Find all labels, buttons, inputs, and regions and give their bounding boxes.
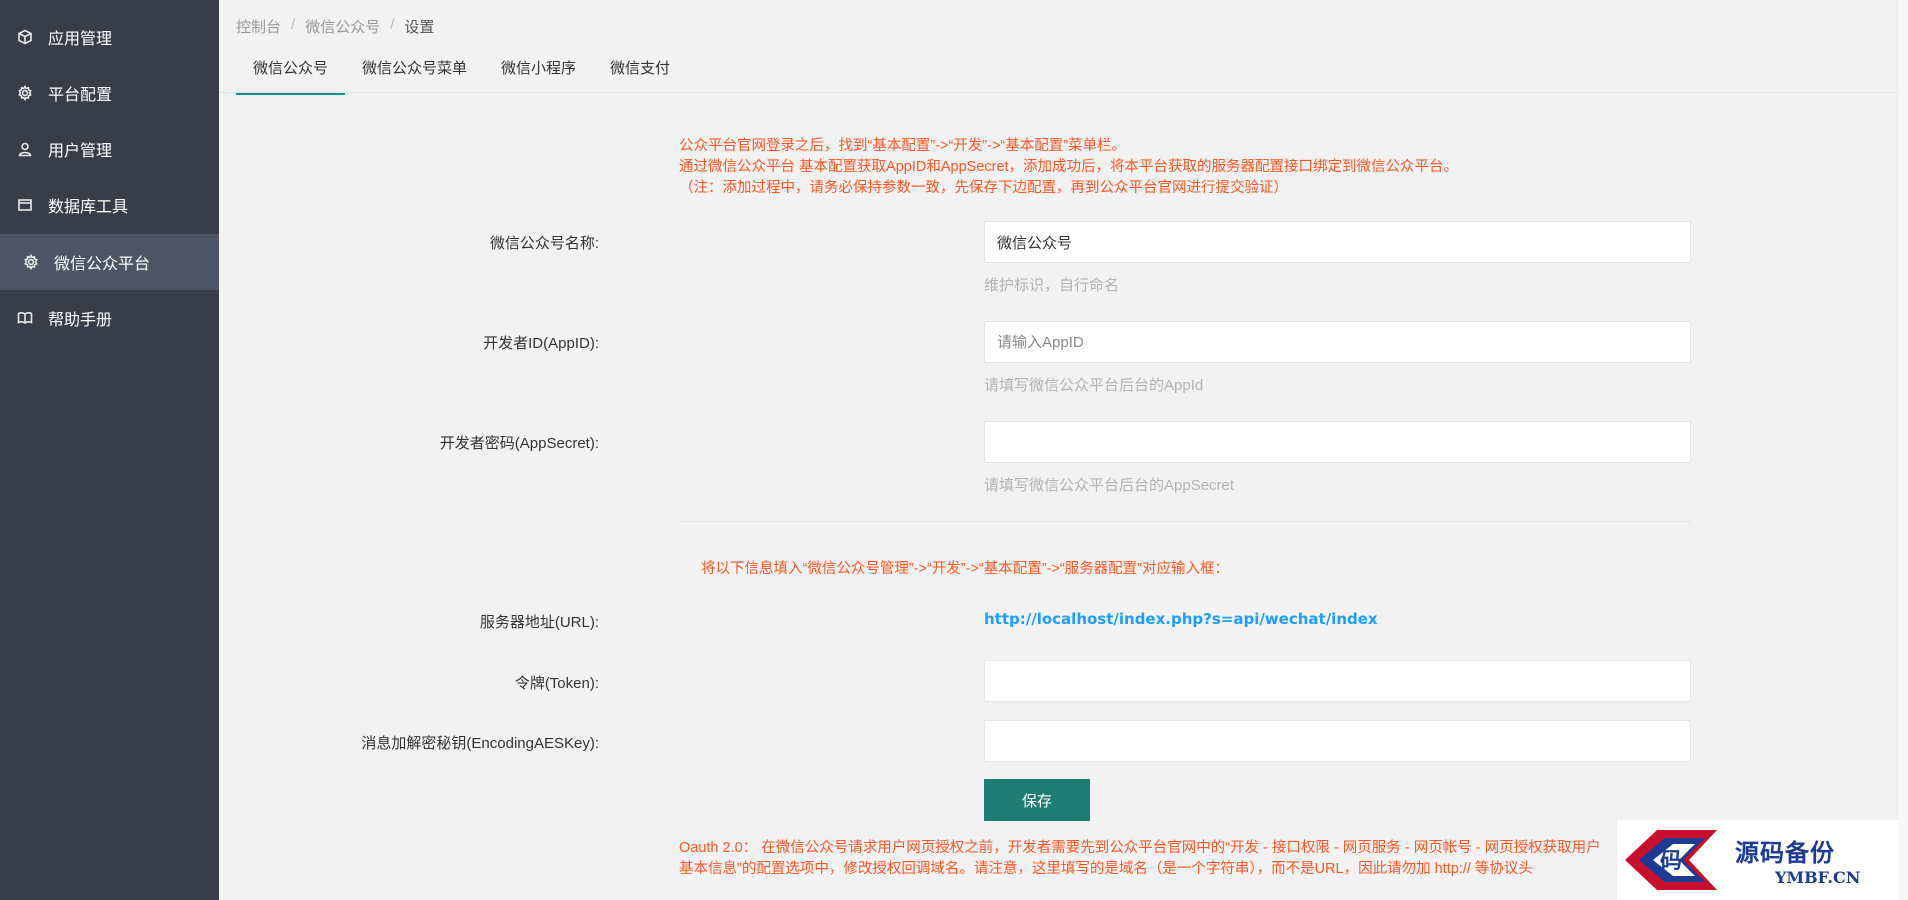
breadcrumb-separator: / [291,16,296,33]
name-help: 维护标识，自行命名 [984,277,1120,294]
tab-divider [219,92,1908,93]
token-input[interactable] [984,660,1691,702]
watermark-cn: 源码备份 [1735,838,1835,867]
server-config-note: 将以下信息填入“微信公众号管理”->“开发”->“基本配置”->“服务器配置”对… [701,561,1230,577]
breadcrumb-item-console[interactable]: 控制台 [236,16,281,37]
breadcrumb-item-settings: 设置 [404,19,435,36]
sidebar-item-platform-config[interactable]: 平台配置 [0,65,219,121]
token-label: 令牌(Token): [514,675,599,692]
aeskey-input[interactable] [984,720,1691,762]
watermark-en: YMBF.CN [1775,868,1861,887]
notice-line: （注：添加过程中，请务必保持参数一致，先保存下边配置，再到公众平台官网进行提交验… [679,180,1288,196]
save-button[interactable]: 保存 [984,779,1090,821]
appsecret-label: 开发者密码(AppSecret): [439,435,599,452]
watermark-glyph: 码 [1660,849,1682,874]
oauth-line: 基本信息”的配置选项中，修改授权回调域名。请注意，这里填写的是域名（是一个字符串… [679,861,1533,877]
sidebar-item-help-manual[interactable]: 帮助手册 [0,290,219,346]
watermark: 码 源码备份 YMBF.CN [1617,820,1899,900]
notice-line: 通过微信公众平台 基本配置获取AppID和AppSecret，添加成功后，将本平… [679,159,1459,175]
watermark-logo-icon: 码 [1625,830,1717,890]
sidebar: 应用管理 平台配置 用户管理 数据库工具 微信公众平台 帮助手册 [0,0,219,900]
gear-icon [22,253,40,271]
user-icon [16,140,34,158]
sidebar-item-label: 帮助手册 [48,312,113,329]
aeskey-label: 消息加解密秘钥(EncodingAESKey): [361,735,599,752]
sidebar-item-label: 数据库工具 [48,199,129,216]
oauth-line: Oauth 2.0： 在微信公众号请求用户网页授权之前，开发者需要先到公众平台官… [679,840,1601,856]
appsecret-input[interactable] [984,421,1691,463]
tab-mini-program[interactable]: 微信小程序 [484,52,593,92]
appid-label: 开发者ID(AppID): [483,335,599,352]
sidebar-item-label: 应用管理 [48,31,113,48]
name-label: 微信公众号名称: [489,235,599,252]
window-icon [16,196,34,214]
breadcrumb-separator: / [390,16,395,33]
cube-icon [16,28,34,46]
main-content: 控制台 / 微信公众号 / 设置 微信公众号 微信公众号菜单 微信小程序 微信支… [219,0,1908,900]
sidebar-item-label: 平台配置 [48,87,113,104]
oauth-notice: Oauth 2.0： 在微信公众号请求用户网页授权之前，开发者需要先到公众平台官… [679,838,1601,880]
tab-bar: 微信公众号 微信公众号菜单 微信小程序 微信支付 [236,52,687,95]
scrollbar[interactable] [1897,0,1908,900]
gear-icon [16,84,34,102]
section-divider [679,521,1691,522]
server-url-value[interactable]: http://localhost/index.php?s=api/wechat/… [984,610,1378,628]
appsecret-help: 请填写微信公众平台后台的AppSecret [984,477,1235,494]
sidebar-item-label: 微信公众平台 [54,256,151,273]
tab-wechat-menu[interactable]: 微信公众号菜单 [345,52,484,92]
name-input[interactable] [984,221,1691,263]
setup-notice: 公众平台官网登录之后，找到“基本配置”->“开发”->“基本配置”菜单栏。 通过… [679,136,1458,199]
appid-help: 请填写微信公众平台后台的AppId [984,377,1204,394]
sidebar-item-wechat-platform[interactable]: 微信公众平台 [0,234,219,290]
breadcrumb: 控制台 / 微信公众号 / 设置 [236,16,434,37]
sidebar-item-user-management[interactable]: 用户管理 [0,121,219,177]
server-url-label: 服务器地址(URL): [479,614,599,631]
book-icon [16,309,34,327]
notice-line: 公众平台官网登录之后，找到“基本配置”->“开发”->“基本配置”菜单栏。 [679,138,1127,154]
sidebar-item-database-tools[interactable]: 数据库工具 [0,177,219,233]
tab-wechat-official[interactable]: 微信公众号 [236,52,346,95]
sidebar-item-label: 用户管理 [48,143,113,160]
sidebar-item-app-management[interactable]: 应用管理 [0,9,219,65]
appid-input[interactable] [984,321,1691,363]
breadcrumb-item-wechat[interactable]: 微信公众号 [305,16,380,37]
tab-wechat-pay[interactable]: 微信支付 [593,52,687,92]
